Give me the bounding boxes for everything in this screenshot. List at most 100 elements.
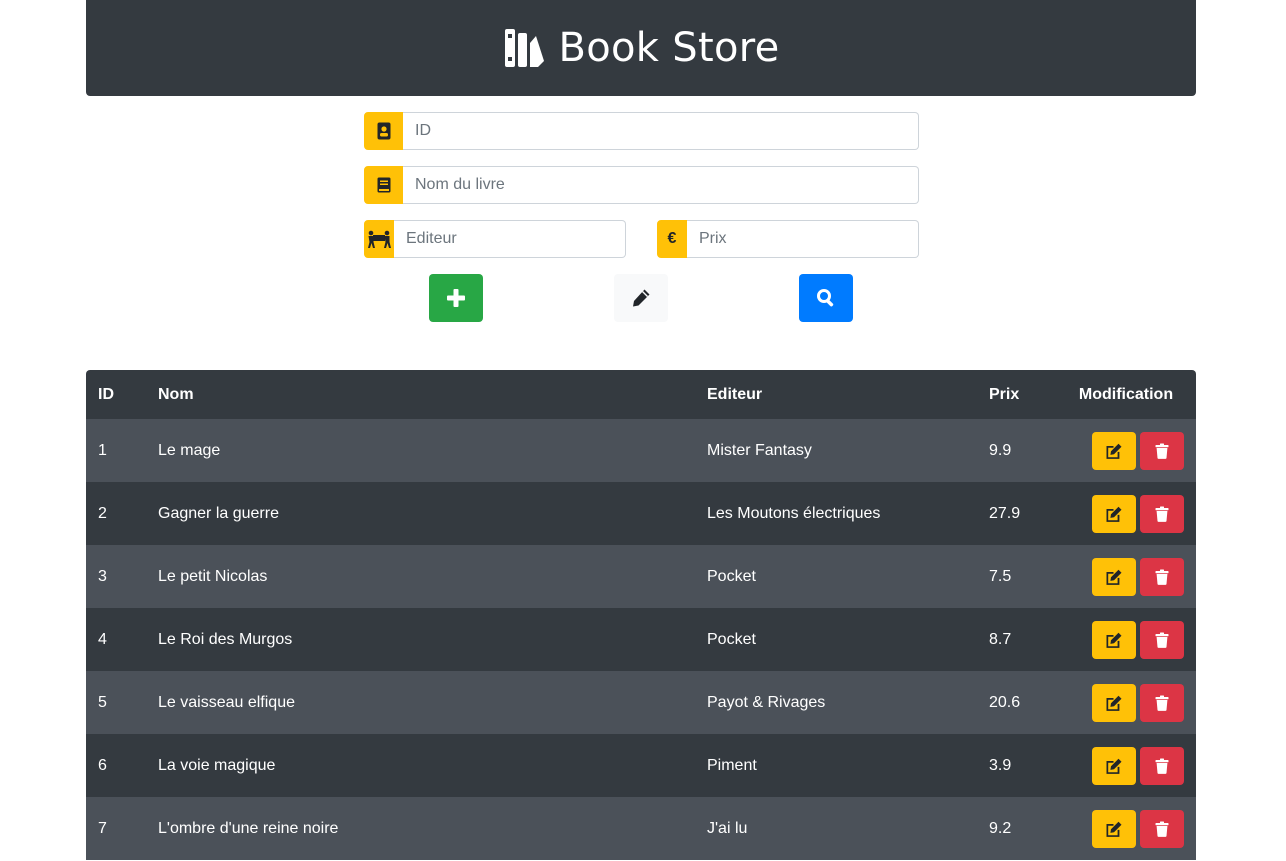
cell-nom: Le mage	[158, 441, 221, 459]
table-row: 1 Le mage Mister Fantasy 9.9	[86, 419, 1196, 482]
cell-id: 3	[98, 567, 107, 585]
delete-row-button[interactable]	[1140, 431, 1184, 470]
delete-row-button[interactable]	[1140, 809, 1184, 848]
cell-prix: 9.9	[989, 441, 1012, 459]
delete-row-button[interactable]	[1140, 557, 1184, 596]
edit-row-button[interactable]	[1092, 431, 1136, 470]
book-name-field-group	[364, 166, 919, 204]
id-field-group	[364, 112, 919, 150]
column-header-nom: Nom	[158, 385, 194, 403]
cell-modification	[1056, 608, 1196, 671]
column-header-id: ID	[98, 385, 114, 403]
cell-prix: 3.9	[989, 756, 1012, 774]
table-row: 2 Gagner la guerre Les Moutons électriqu…	[86, 482, 1196, 545]
search-icon	[817, 289, 834, 307]
euro-icon: €	[657, 220, 687, 258]
trash-icon	[1155, 632, 1169, 648]
delete-row-button[interactable]	[1140, 746, 1184, 785]
edit-icon	[1106, 569, 1122, 585]
delete-row-button[interactable]	[1140, 620, 1184, 659]
edit-icon	[1106, 758, 1122, 774]
edit-icon	[1106, 506, 1122, 522]
cell-editeur: Mister Fantasy	[707, 441, 812, 459]
cell-editeur: J'ai lu	[707, 819, 748, 837]
trash-icon	[1155, 569, 1169, 585]
table-row: 6 La voie magique Piment 3.9	[86, 734, 1196, 797]
cell-prix: 27.9	[989, 504, 1021, 522]
edit-book-button[interactable]	[614, 274, 668, 322]
books-table-container: ID Nom Editeur Prix Modification 1 Le ma…	[86, 370, 1196, 860]
publisher-field-group	[364, 220, 626, 258]
cell-nom: La voie magique	[158, 756, 276, 774]
edit-row-button[interactable]	[1092, 746, 1136, 785]
table-row: 7 L'ombre d'une reine noire J'ai lu 9.2	[86, 797, 1196, 860]
trash-icon	[1155, 506, 1169, 522]
cell-id: 4	[98, 630, 107, 648]
books-table: ID Nom Editeur Prix Modification 1 Le ma…	[86, 370, 1196, 860]
table-row: 3 Le petit Nicolas Pocket 7.5	[86, 545, 1196, 608]
plus-icon	[447, 289, 465, 307]
app-header: Book Store	[86, 0, 1196, 96]
edit-icon	[1106, 695, 1122, 711]
edit-icon	[1106, 821, 1122, 837]
cell-modification	[1056, 482, 1196, 545]
cell-modification	[1056, 545, 1196, 608]
cell-nom: Le vaisseau elfique	[158, 693, 295, 711]
edit-row-button[interactable]	[1092, 620, 1136, 659]
book-name-input[interactable]	[403, 166, 919, 204]
page-title: Book Store	[558, 25, 780, 71]
trash-icon	[1155, 443, 1169, 459]
cell-editeur: Payot & Rivages	[707, 693, 826, 711]
cell-id: 1	[98, 441, 107, 459]
cell-prix: 9.2	[989, 819, 1012, 837]
cell-editeur: Piment	[707, 756, 757, 774]
cell-modification	[1056, 671, 1196, 734]
delete-row-button[interactable]	[1140, 683, 1184, 722]
edit-row-button[interactable]	[1092, 683, 1136, 722]
table-row: 4 Le Roi des Murgos Pocket 8.7	[86, 608, 1196, 671]
cell-nom: L'ombre d'une reine noire	[158, 819, 339, 837]
cell-modification	[1056, 734, 1196, 797]
edit-icon	[1106, 632, 1122, 648]
price-field-group: €	[657, 220, 919, 258]
table-body: 1 Le mage Mister Fantasy 9.9 2 Gagner la…	[86, 419, 1196, 860]
pencil-icon	[633, 289, 650, 307]
trash-icon	[1155, 821, 1169, 837]
cell-prix: 7.5	[989, 567, 1012, 585]
cell-editeur: Pocket	[707, 630, 756, 648]
cell-id: 5	[98, 693, 107, 711]
column-header-prix: Prix	[989, 385, 1020, 403]
cell-id: 6	[98, 756, 107, 774]
trash-icon	[1155, 695, 1169, 711]
cell-modification	[1056, 797, 1196, 860]
people-carry-icon	[364, 220, 394, 258]
cell-editeur: Pocket	[707, 567, 756, 585]
cell-nom: Le petit Nicolas	[158, 567, 268, 585]
cell-prix: 20.6	[989, 693, 1021, 711]
cell-modification	[1056, 419, 1196, 482]
cell-nom: Le Roi des Murgos	[158, 630, 293, 648]
search-button[interactable]	[799, 274, 853, 322]
publisher-input[interactable]	[394, 220, 626, 258]
edit-row-button[interactable]	[1092, 809, 1136, 848]
edit-row-button[interactable]	[1092, 494, 1136, 533]
cell-id: 7	[98, 819, 107, 837]
delete-row-button[interactable]	[1140, 494, 1184, 533]
edit-row-button[interactable]	[1092, 557, 1136, 596]
cell-id: 2	[98, 504, 107, 522]
id-input[interactable]	[403, 112, 919, 150]
cell-editeur: Les Moutons électriques	[707, 504, 881, 522]
trash-icon	[1155, 758, 1169, 774]
price-input[interactable]	[687, 220, 919, 258]
edit-icon	[1106, 443, 1122, 459]
table-header-row: ID Nom Editeur Prix Modification	[86, 370, 1196, 419]
table-row: 5 Le vaisseau elfique Payot & Rivages 20…	[86, 671, 1196, 734]
cell-nom: Gagner la guerre	[158, 504, 279, 522]
add-book-button[interactable]	[429, 274, 483, 322]
column-header-modification: Modification	[1078, 385, 1174, 403]
column-header-editeur: Editeur	[707, 385, 763, 403]
cell-prix: 8.7	[989, 630, 1012, 648]
book-icon	[364, 166, 403, 204]
book-shelf-icon	[504, 29, 544, 67]
id-badge-icon	[364, 112, 403, 150]
